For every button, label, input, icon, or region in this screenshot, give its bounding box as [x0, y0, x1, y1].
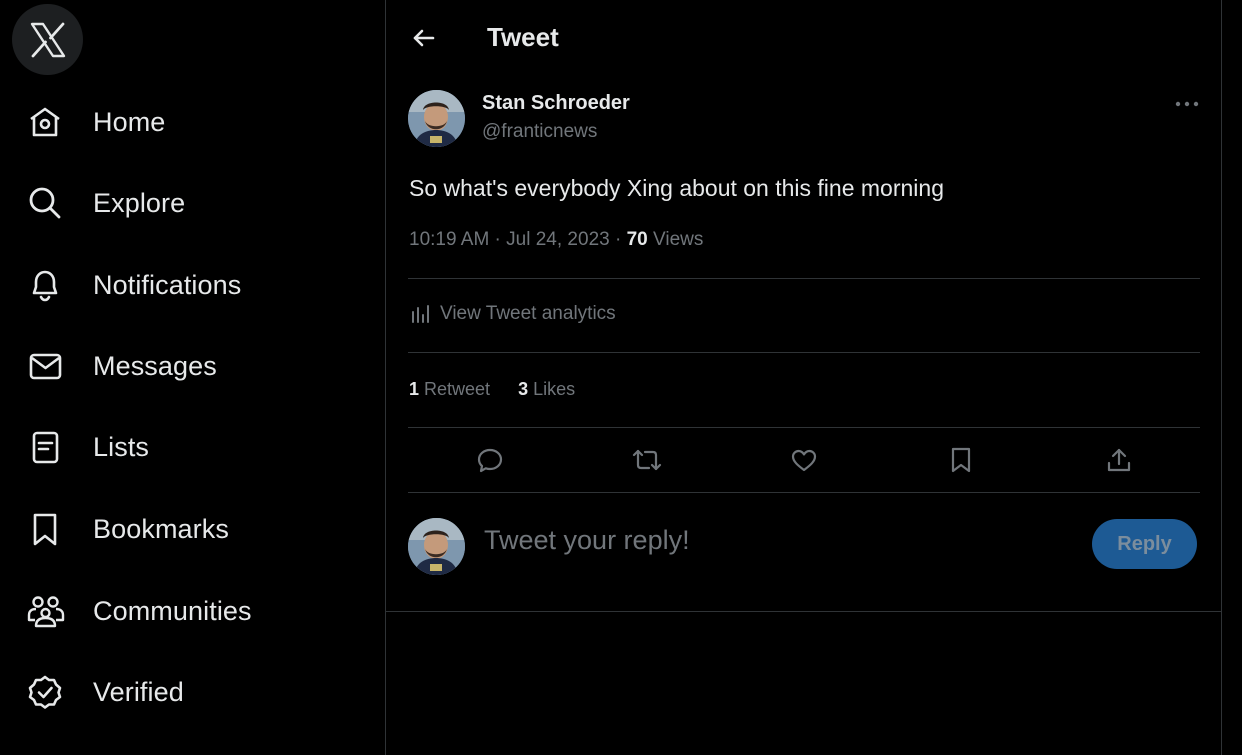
meta-separator: ·: [489, 229, 507, 250]
tweet-meta: 10:19 AM · Jul 24, 2023 · 70 Views: [409, 229, 703, 251]
likes-stat[interactable]: 3 Likes: [518, 379, 575, 400]
retweets-stat[interactable]: 1 Retweet: [409, 379, 490, 400]
sidebar-item-notifications[interactable]: Notifications: [26, 260, 346, 310]
sidebar-item-label: Lists: [93, 431, 150, 462]
sidebar-item-label: Messages: [93, 350, 217, 381]
views-label: Views: [653, 229, 704, 250]
bookmark-icon[interactable]: [945, 444, 977, 476]
bell-icon: [26, 265, 66, 305]
sidebar-item-label: Explore: [93, 187, 186, 218]
search-icon: [26, 183, 66, 223]
tweet-detail-panel: Tweet Stan Schroeder @franticnews So wha…: [385, 0, 1222, 755]
analytics-icon: [411, 303, 433, 325]
sidebar-item-label: Bookmarks: [93, 513, 229, 544]
reply-input[interactable]: Tweet your reply!: [484, 525, 690, 556]
sidebar: Home Explore Notifications Messages List…: [0, 0, 385, 755]
sidebar-item-label: Communities: [93, 595, 252, 626]
arrow-left-icon[interactable]: [408, 22, 440, 54]
home-icon: [26, 102, 66, 142]
x-logo-icon[interactable]: [12, 4, 83, 75]
avatar[interactable]: [408, 90, 465, 147]
views-count: 70: [626, 229, 648, 250]
people-icon: [26, 591, 66, 631]
tweet-date[interactable]: Jul 24, 2023: [506, 229, 610, 250]
sidebar-item-explore[interactable]: Explore: [26, 178, 346, 228]
sidebar-item-lists[interactable]: Lists: [26, 422, 346, 472]
divider: [386, 611, 1222, 612]
divider: [408, 492, 1200, 493]
likes-label: Likes: [533, 379, 576, 399]
avatar: [408, 518, 465, 575]
sidebar-item-home[interactable]: Home: [26, 97, 346, 147]
more-icon[interactable]: [1172, 92, 1202, 116]
sidebar-item-bookmarks[interactable]: Bookmarks: [26, 504, 346, 554]
verified-badge-icon: [26, 672, 66, 712]
like-icon[interactable]: [788, 444, 820, 476]
meta-separator: ·: [609, 229, 627, 250]
retweets-count: 1: [409, 379, 420, 399]
tweet-text: So what's everybody Xing about on this f…: [409, 175, 944, 201]
likes-count: 3: [518, 379, 529, 399]
reply-icon[interactable]: [474, 444, 506, 476]
sidebar-item-verified[interactable]: Verified: [26, 667, 346, 717]
sidebar-item-communities[interactable]: Communities: [26, 586, 346, 636]
page-title: Tweet: [487, 22, 559, 52]
sidebar-item-label: Notifications: [93, 269, 242, 300]
header: Tweet: [386, 0, 1222, 76]
divider: [408, 352, 1200, 353]
app: Home Explore Notifications Messages List…: [0, 0, 1242, 755]
analytics-label: View Tweet analytics: [440, 303, 616, 324]
bookmark-icon: [26, 509, 66, 549]
reply-button[interactable]: Reply: [1092, 519, 1197, 569]
envelope-icon: [26, 346, 66, 386]
share-icon[interactable]: [1103, 444, 1135, 476]
tweet-time[interactable]: 10:19 AM: [409, 229, 489, 250]
divider: [408, 278, 1200, 279]
engagement-stats: 1 Retweet 3 Likes: [409, 379, 603, 400]
sidebar-item-label: Verified: [93, 676, 184, 707]
retweet-icon[interactable]: [631, 444, 663, 476]
view-analytics-link[interactable]: View Tweet analytics: [411, 303, 616, 325]
divider: [408, 427, 1200, 428]
author-name[interactable]: Stan Schroeder: [482, 92, 630, 115]
author-handle[interactable]: @franticnews: [482, 121, 597, 143]
sidebar-item-label: Home: [93, 106, 166, 137]
list-icon: [26, 427, 66, 467]
retweets-label: Retweet: [424, 379, 491, 399]
sidebar-item-messages[interactable]: Messages: [26, 341, 346, 391]
